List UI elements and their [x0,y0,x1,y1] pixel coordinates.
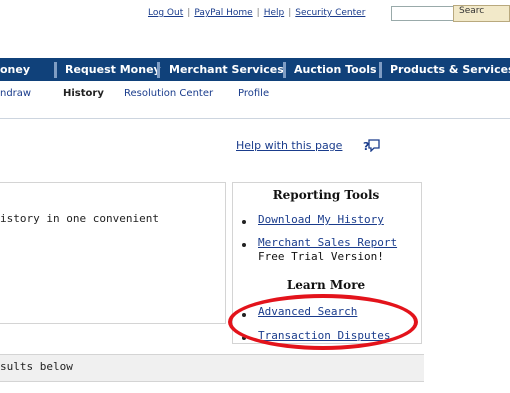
nav-divider [379,62,382,78]
logout-link[interactable]: Log Out [148,8,183,18]
tab-merchant-services[interactable]: Merchant Services [169,58,284,81]
nav-divider [157,62,160,78]
separator: | [288,8,292,18]
help-with-page-link[interactable]: Help with this page [236,139,342,152]
separator: | [256,8,260,18]
merchant-sales-report-link[interactable]: Merchant Sales Report [258,236,397,249]
separator: | [187,8,191,18]
subnav-resolution-center[interactable]: Resolution Center [124,88,213,99]
header-divider [0,118,510,119]
reporting-tools-heading: Reporting Tools [272,188,380,202]
learn-more-heading: Learn More [286,278,366,292]
main-nav: oney Request Money Merchant Services Auc… [0,58,510,81]
top-links: Log Out | PayPal Home | Help | Security Center [148,8,365,18]
help-popup-icon[interactable]: ? [362,138,380,152]
svg-text:?: ? [363,140,369,152]
tab-send-money[interactable]: oney [0,58,30,81]
paypal-home-link[interactable]: PayPal Home [194,8,252,18]
search-button[interactable]: Searc [453,5,510,22]
free-trial-note: Free Trial Version! [258,250,384,263]
security-center-link[interactable]: Security Center [295,8,365,18]
tab-products-services[interactable]: Products & Services [390,58,510,81]
bullet [242,243,246,247]
tab-auction-tools[interactable]: Auction Tools [294,58,377,81]
subnav-withdraw[interactable]: ndraw [0,88,31,99]
help-link[interactable]: Help [264,8,285,18]
bullet [242,220,246,224]
highlight-oval [228,294,418,350]
nav-divider [54,62,57,78]
nav-divider [283,62,286,78]
results-text: sults below [0,360,73,373]
subnav-history[interactable]: History [63,88,104,99]
subnav-profile[interactable]: Profile [238,88,269,99]
download-history-link[interactable]: Download My History [258,213,384,226]
search-input[interactable] [391,6,457,21]
history-intro-box [0,182,226,324]
history-intro-text: istory in one convenient [0,212,159,225]
tab-request-money[interactable]: Request Money [65,58,161,81]
